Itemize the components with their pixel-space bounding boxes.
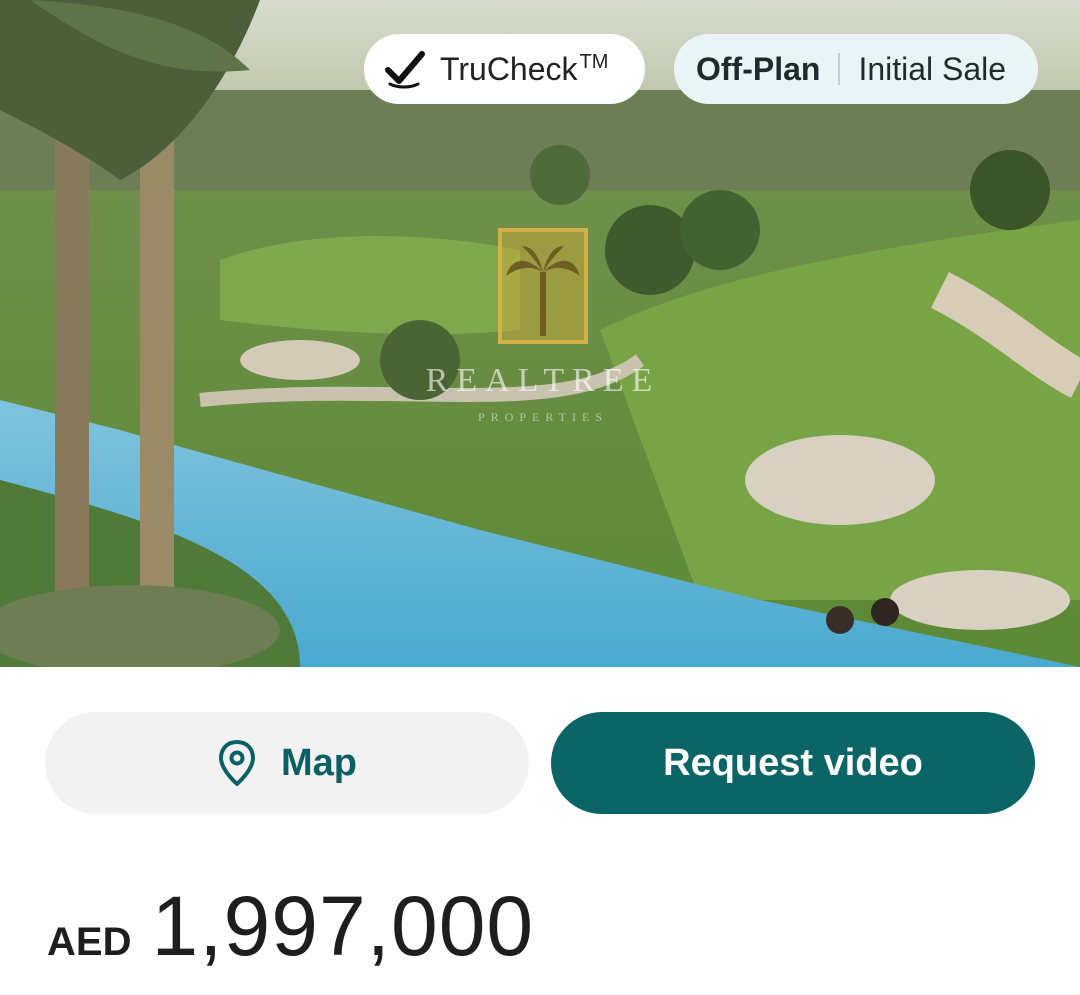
watermark-title: REALTREE bbox=[425, 362, 661, 399]
status-divider bbox=[838, 53, 841, 85]
completion-status-badge: Off-Plan Initial Sale bbox=[674, 34, 1038, 104]
agency-watermark: REALTREE PROPERTIES bbox=[408, 228, 678, 438]
trucheck-badge[interactable]: TruCheck TM bbox=[364, 34, 645, 104]
request-video-button[interactable]: Request video bbox=[551, 712, 1035, 814]
watermark-subtitle: PROPERTIES bbox=[478, 410, 608, 424]
property-listing-card: REALTREE PROPERTIES TruCheck TM Off-Plan … bbox=[0, 0, 1080, 995]
agency-logo-mark bbox=[498, 228, 588, 344]
map-pin-icon bbox=[219, 740, 255, 786]
check-icon bbox=[385, 51, 425, 89]
map-button[interactable]: Map bbox=[45, 712, 529, 814]
price-currency: AED bbox=[47, 920, 132, 964]
price-amount: 1,997,000 bbox=[151, 879, 535, 973]
status-secondary: Initial Sale bbox=[858, 50, 1007, 87]
property-photo[interactable]: REALTREE PROPERTIES TruCheck TM Off-Plan … bbox=[0, 0, 1080, 667]
request-video-label: Request video bbox=[663, 741, 923, 784]
price: AED 1,997,000 bbox=[47, 878, 534, 973]
map-button-label: Map bbox=[281, 741, 357, 784]
palm-logo-icon bbox=[506, 246, 580, 336]
badge-row: TruCheck TM Off-Plan Initial Sale bbox=[0, 34, 1080, 104]
trucheck-label: TruCheck TM bbox=[440, 51, 608, 88]
trademark-symbol: TM bbox=[579, 50, 609, 73]
status-primary: Off-Plan bbox=[696, 50, 821, 87]
trucheck-text: TruCheck bbox=[440, 50, 578, 87]
